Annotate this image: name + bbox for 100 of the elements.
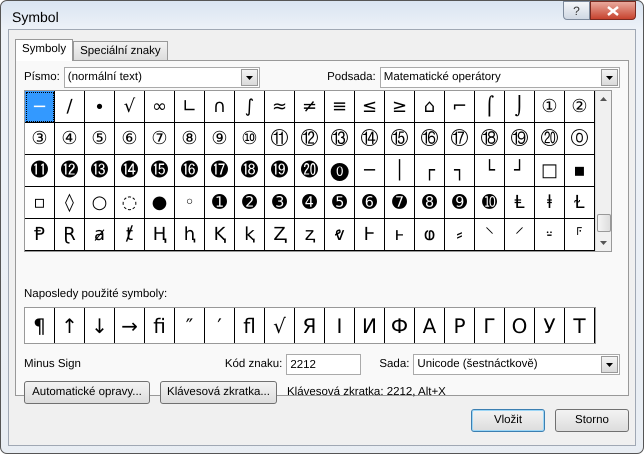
symbol-cell[interactable]: ⑬ [325, 123, 355, 155]
scroll-down-icon[interactable] [600, 241, 607, 245]
symbol-cell[interactable]: ⑩ [235, 123, 265, 155]
symbol-cell[interactable]: ⑧ [175, 123, 205, 155]
tab[interactable]: Symboly [15, 39, 74, 61]
symbol-cell[interactable]: Ⱶ [355, 219, 385, 251]
symbol-cell[interactable]: ➍ [295, 187, 325, 219]
symbol-cell[interactable]: ⑲ [505, 123, 535, 155]
symbol-cell[interactable]: ➏ [355, 187, 385, 219]
symbol-cell[interactable]: ⓫ [25, 155, 55, 187]
symbol-cell[interactable]: ① [535, 91, 565, 123]
autocorrect-button[interactable]: Automatické opravy... [24, 381, 150, 404]
symbol-cell[interactable]: ⓱ [205, 155, 235, 187]
scroll-thumb[interactable] [596, 214, 610, 232]
symbol-cell[interactable]: ⌠ [475, 91, 505, 123]
symbol-cell[interactable]: ⸚ [535, 219, 565, 251]
symbol-cell[interactable]: ③ [25, 123, 55, 155]
code-field[interactable]: 2212 [286, 354, 362, 376]
symbol-cell[interactable]: ⱨ [175, 219, 205, 251]
symbol-cell[interactable]: ⸍ [505, 219, 535, 251]
symbol-cell[interactable]: ◊ [55, 187, 85, 219]
symbol-cell[interactable]: ⌡ [505, 91, 535, 123]
symbol-cell[interactable]: ⑱ [475, 123, 505, 155]
symbol-cell[interactable]: ⓿ [325, 155, 355, 187]
symbol-cell[interactable]: ∩ [205, 91, 235, 123]
symbol-cell[interactable]: ○ [85, 187, 115, 219]
insert-button[interactable]: Vložit [471, 409, 545, 432]
symbol-cell[interactable]: ➋ [235, 187, 265, 219]
symbol-cell[interactable]: ≈ [265, 91, 295, 123]
symbol-cell[interactable]: ⑦ [145, 123, 175, 155]
symbol-cell[interactable]: ⱶ [385, 219, 415, 251]
symbol-cell[interactable]: □ [535, 155, 565, 187]
symbol-cell[interactable]: ➐ [385, 187, 415, 219]
symbol-cell[interactable]: ⱴ [325, 219, 355, 251]
symbol-cell[interactable]: ⑤ [85, 123, 115, 155]
symbol-cell[interactable]: │ [385, 155, 415, 187]
symbol-cell[interactable]: Ⱪ [205, 219, 235, 251]
symbol-cell[interactable]: ∙ [85, 91, 115, 123]
symbol-cell[interactable]: ➎ [325, 187, 355, 219]
symbol-cell[interactable]: ⓳ [265, 155, 295, 187]
charset-dropdown[interactable]: Unicode (šestnáctkově) [413, 354, 620, 376]
symbol-cell[interactable]: ⸌ [475, 219, 505, 251]
help-button[interactable]: ? [563, 1, 590, 20]
symbol-cell[interactable]: ● [145, 187, 175, 219]
shortcut-key-button[interactable]: Klávesová zkratka... [160, 381, 277, 404]
symbol-cell[interactable]: ④ [55, 123, 85, 155]
symbol-cell[interactable]: ≤ [355, 91, 385, 123]
symbol-cell[interactable]: Ᵽ [25, 219, 55, 251]
symbol-cell[interactable]: └ [475, 155, 505, 187]
symbol-cell[interactable]: Ɽ [55, 219, 85, 251]
symbol-cell[interactable]: ⓰ [175, 155, 205, 187]
symbol-cell[interactable]: ⑳ [535, 123, 565, 155]
symbol-cell[interactable]: ➓ [475, 187, 505, 219]
symbol-cell[interactable]: √ [115, 91, 145, 123]
symbol-cell[interactable]: ∞ [145, 91, 175, 123]
symbol-cell[interactable]: ⑫ [295, 123, 325, 155]
symbol-cell[interactable]: ⑰ [445, 123, 475, 155]
symbol-cell[interactable]: ⱡ [535, 187, 565, 219]
symbol-cell[interactable]: ⱪ [235, 219, 265, 251]
symbol-cell[interactable]: Ⱡ [505, 187, 535, 219]
symbol-cell[interactable]: ◌ [115, 187, 145, 219]
symbol-cell[interactable]: ⑪ [265, 123, 295, 155]
symbol-cell[interactable]: ⑮ [385, 123, 415, 155]
symbol-cell[interactable]: ≡ [325, 91, 355, 123]
symbol-cell[interactable]: ─ [355, 155, 385, 187]
symbol-cell[interactable]: ┘ [505, 155, 535, 187]
font-dropdown[interactable]: (normální text) [64, 67, 260, 88]
symbol-cell[interactable]: ▫ [25, 187, 55, 219]
symbol-cell[interactable]: ⓬ [55, 155, 85, 187]
symbol-cell[interactable]: ⱬ [295, 219, 325, 251]
symbol-cell[interactable]: ➊ [205, 187, 235, 219]
symbol-cell[interactable]: ≥ [385, 91, 415, 123]
symbol-cell[interactable]: ⱷ [415, 219, 445, 251]
symbol-cell[interactable]: ⓭ [85, 155, 115, 187]
symbol-cell[interactable]: ➌ [265, 187, 295, 219]
close-button[interactable] [590, 1, 636, 20]
symbol-cell[interactable]: ⓲ [235, 155, 265, 187]
symbol-cell[interactable]: ⓴ [295, 155, 325, 187]
symbol-cell[interactable]: ➒ [445, 187, 475, 219]
symbol-cell[interactable]: ≠ [295, 91, 325, 123]
symbol-cell[interactable]: ⌐ [445, 91, 475, 123]
symbol-cell[interactable]: ⌂ [415, 91, 445, 123]
symbol-cell[interactable]: ┌ [415, 155, 445, 187]
symbol-cell[interactable]: ◦ [175, 187, 205, 219]
symbol-cell[interactable]: ⑨ [205, 123, 235, 155]
symbol-cell[interactable]: ∕ [55, 91, 85, 123]
symbol-cell[interactable]: ⓯ [145, 155, 175, 187]
symbol-cell[interactable]: ⓮ [115, 155, 145, 187]
symbol-cell[interactable]: ➑ [415, 187, 445, 219]
scrollbar[interactable] [595, 91, 611, 251]
symbol-cell[interactable]: ⸗ [445, 219, 475, 251]
tab[interactable]: Speciální znaky [73, 41, 168, 60]
symbol-cell[interactable]: Ⱬ [265, 219, 295, 251]
cancel-button[interactable]: Storno [555, 409, 629, 432]
symbol-cell[interactable]: ⑭ [355, 123, 385, 155]
symbol-cell[interactable]: ∟ [175, 91, 205, 123]
symbol-cell[interactable]: ┐ [445, 155, 475, 187]
close-icon[interactable] [607, 6, 619, 16]
symbol-cell[interactable]: ⑥ [115, 123, 145, 155]
scroll-up-icon[interactable] [600, 97, 607, 101]
